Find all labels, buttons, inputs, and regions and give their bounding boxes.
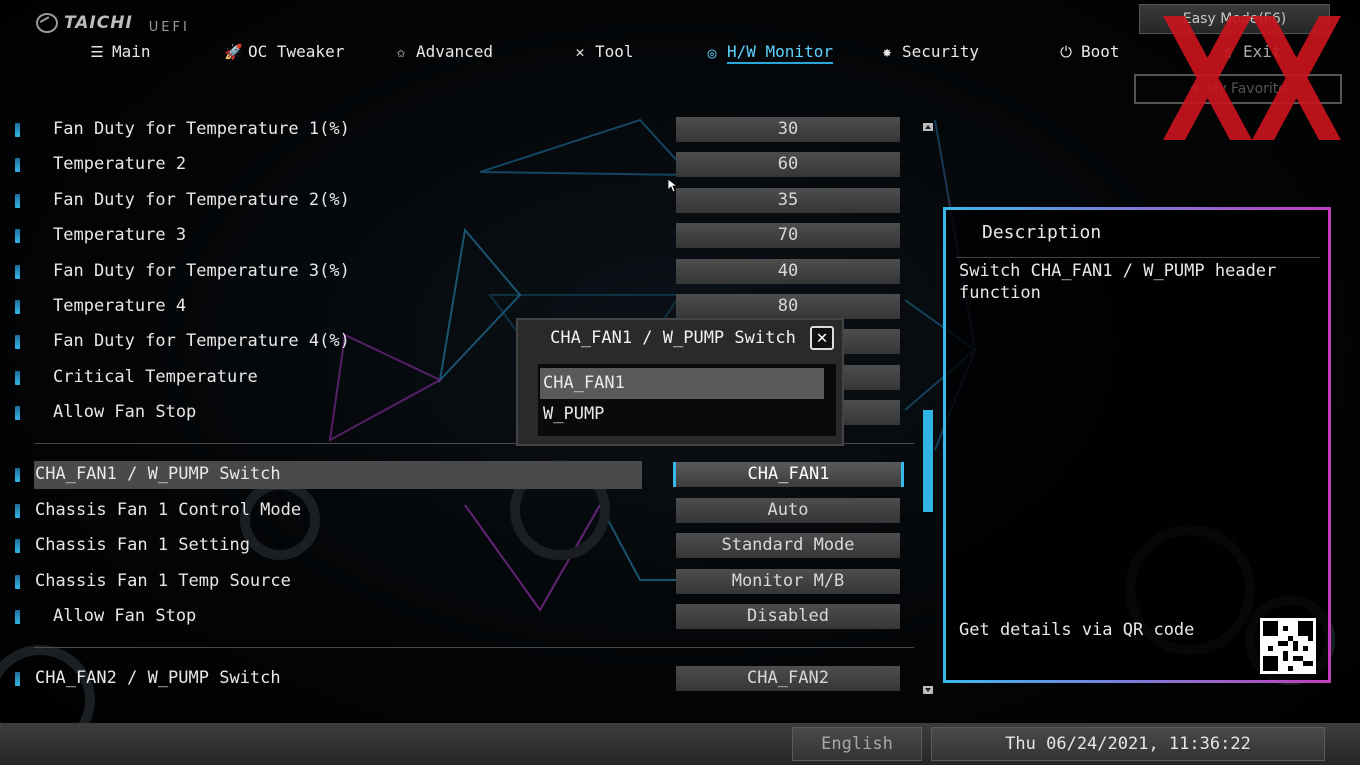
uefi-label: UEFI	[148, 20, 190, 35]
tab-advanced-label: Advanced	[416, 42, 494, 61]
taichi-logo: TAICHI UEFI	[36, 10, 190, 35]
row-bullet	[15, 539, 20, 553]
star-icon: ✩	[396, 42, 406, 61]
setting-value[interactable]: CHA_FAN2	[676, 666, 900, 691]
tab-boot[interactable]: ⏻ Boot	[1057, 42, 1120, 61]
setting-row[interactable]: Fan Duty for Temperature 2(%) 35	[0, 187, 910, 215]
setting-label: Temperature 4	[53, 296, 187, 316]
popup-title: CHA_FAN1 / W_PUMP Switch	[550, 328, 796, 348]
scroll-down-arrow[interactable]	[923, 686, 933, 694]
setting-value[interactable]: 35	[676, 188, 900, 213]
row-bullet	[15, 123, 20, 137]
description-divider	[956, 257, 1320, 258]
setting-value[interactable]: Disabled	[676, 604, 900, 629]
row-bullet	[15, 265, 20, 279]
close-icon[interactable]: ✕	[810, 326, 834, 350]
qr-caption: Get details via QR code	[959, 620, 1195, 640]
row-bullet	[15, 406, 20, 420]
tab-tool[interactable]: ✕ Tool	[571, 42, 634, 61]
tab-security-label: Security	[902, 42, 980, 61]
setting-row[interactable]: Chassis Fan 1 Control Mode Auto	[0, 497, 910, 525]
setting-row[interactable]: Fan Duty for Temperature 3(%) 40	[0, 258, 910, 286]
brand-name: TAICHI	[64, 12, 133, 33]
setting-row[interactable]: Temperature 3 70	[0, 222, 910, 250]
setting-label: Critical Temperature	[53, 367, 258, 387]
tab-advanced[interactable]: ✩ Advanced	[392, 42, 493, 61]
setting-label: Allow Fan Stop	[53, 402, 197, 422]
setting-value[interactable]: 70	[676, 223, 900, 248]
row-bullet	[15, 672, 20, 686]
row-bullet	[15, 468, 20, 482]
power-icon: ⏻	[1060, 42, 1072, 61]
description-text: Switch CHA_FAN1 / W_PUMP header function	[959, 261, 1277, 303]
setting-label: Allow Fan Stop	[53, 606, 197, 626]
tab-boot-label: Boot	[1081, 42, 1120, 61]
monitor-icon: ◎	[707, 44, 717, 62]
taichi-logo-icon	[36, 12, 58, 33]
description-title: Description	[982, 222, 1102, 243]
tab-tool-label: Tool	[595, 42, 634, 61]
setting-value[interactable]: Standard Mode	[676, 533, 900, 558]
tools-icon: ✕	[575, 42, 585, 61]
description-panel: Description Switch CHA_FAN1 / W_PUMP hea…	[943, 207, 1331, 683]
popup-option-cha-fan1[interactable]: CHA_FAN1	[540, 368, 824, 399]
setting-row[interactable]: Allow Fan Stop Disabled	[0, 603, 910, 631]
row-bullet	[15, 371, 20, 385]
setting-value[interactable]: Auto	[676, 498, 900, 523]
setting-row[interactable]: CHA_FAN2 / W_PUMP Switch CHA_FAN2	[0, 665, 910, 693]
row-bullet	[15, 194, 20, 208]
setting-label: Temperature 3	[53, 225, 187, 245]
setting-label: CHA_FAN2 / W_PUMP Switch	[35, 668, 281, 688]
tab-security[interactable]: ✸ Security	[878, 42, 979, 61]
setting-label: Chassis Fan 1 Control Mode	[35, 500, 302, 520]
watermark-logo	[1163, 16, 1341, 140]
row-bullet	[15, 229, 20, 243]
tab-oc-tweaker-label: OC Tweaker	[248, 42, 345, 61]
rocket-icon: 🚀	[224, 42, 243, 61]
setting-row-selected[interactable]: CHA_FAN1 / W_PUMP Switch CHA_FAN1	[0, 461, 910, 489]
setting-label: Temperature 2	[53, 154, 187, 174]
row-bullet	[15, 610, 20, 624]
scrollbar-thumb[interactable]	[923, 410, 933, 512]
tab-hw-monitor-label: H/W Monitor	[727, 42, 833, 64]
language-button[interactable]: English	[792, 727, 922, 761]
qr-code-icon	[1260, 618, 1316, 674]
row-bullet	[15, 575, 20, 589]
setting-row[interactable]: Fan Duty for Temperature 1(%) 30	[0, 116, 910, 144]
setting-row[interactable]: Chassis Fan 1 Setting Standard Mode	[0, 532, 910, 560]
setting-label: Chassis Fan 1 Setting	[35, 535, 250, 555]
popup-option-w-pump[interactable]: W_PUMP	[540, 399, 824, 430]
tab-hw-monitor[interactable]: ◎ H/W Monitor	[703, 42, 833, 64]
scroll-up-arrow[interactable]	[923, 123, 933, 131]
setting-label: Fan Duty for Temperature 1(%)	[53, 119, 350, 139]
setting-value[interactable]: Monitor M/B	[676, 569, 900, 594]
setting-label: Fan Duty for Temperature 3(%)	[53, 261, 350, 281]
setting-label: Chassis Fan 1 Temp Source	[35, 571, 291, 591]
shield-icon: ✸	[882, 42, 892, 61]
row-bullet	[15, 504, 20, 518]
setting-value[interactable]: 30	[676, 117, 900, 142]
setting-row[interactable]: Temperature 4 80	[0, 293, 910, 321]
tab-main[interactable]: ☰ Main	[88, 42, 151, 61]
datetime-display: Thu 06/24/2021, 11:36:22	[931, 727, 1325, 761]
list-icon: ☰	[90, 42, 104, 61]
setting-value[interactable]: 40	[676, 259, 900, 284]
setting-value[interactable]: 60	[676, 152, 900, 177]
setting-row[interactable]: Temperature 2 60	[0, 151, 910, 179]
tab-main-label: Main	[112, 42, 151, 61]
setting-value[interactable]: CHA_FAN1	[673, 462, 904, 487]
setting-label: Fan Duty for Temperature 2(%)	[53, 190, 350, 210]
section-divider	[34, 647, 914, 648]
switch-popup-dialog: CHA_FAN1 / W_PUMP Switch ✕ CHA_FAN1 W_PU…	[516, 318, 844, 446]
setting-label: Fan Duty for Temperature 4(%)	[53, 331, 350, 351]
row-bullet	[15, 335, 20, 349]
setting-label: CHA_FAN1 / W_PUMP Switch	[35, 464, 281, 484]
setting-row[interactable]: Chassis Fan 1 Temp Source Monitor M/B	[0, 568, 910, 596]
setting-value[interactable]: 80	[676, 294, 900, 319]
tab-oc-tweaker[interactable]: 🚀 OC Tweaker	[224, 42, 344, 61]
mouse-cursor-icon	[668, 179, 678, 193]
row-bullet	[15, 158, 20, 172]
popup-option-list: CHA_FAN1 W_PUMP	[538, 364, 836, 436]
row-bullet	[15, 300, 20, 314]
